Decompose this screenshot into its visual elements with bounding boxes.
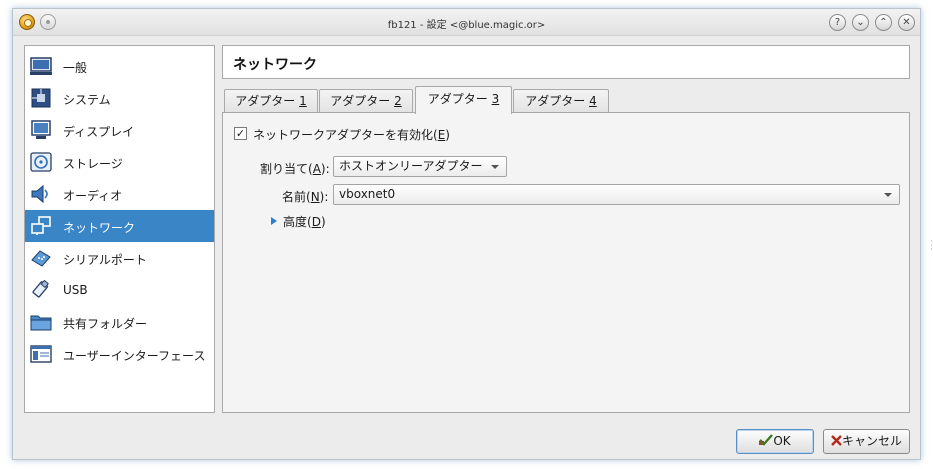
label-text: 割り当て(	[260, 162, 313, 176]
title-bar: fb121 - 設定 <@blue.magic.or> ? ⌄ ⌃ ✕	[13, 9, 920, 36]
splitter-handle[interactable]: · · ·	[930, 238, 933, 255]
label-text: 名前(	[282, 190, 311, 204]
sidebar-item-label: ユーザーインターフェース	[63, 349, 206, 363]
tab-adapter-2[interactable]: アダプター 2	[319, 89, 413, 113]
sidebar-item-general[interactable]: 一般	[25, 50, 214, 82]
sidebar-item-display[interactable]: ディスプレイ	[25, 114, 214, 146]
settings-window: fb121 - 設定 <@blue.magic.or> ? ⌄ ⌃ ✕ 一般 シ…	[12, 8, 933, 460]
label-text: ):	[319, 190, 329, 204]
window-title: fb121 - 設定 <@blue.magic.or>	[387, 20, 546, 31]
page-title: ネットワーク	[222, 45, 910, 79]
settings-category-list: 一般 システム ディスプレイ ストレージ オーディオ ネットワーク シリアルポー…	[24, 45, 215, 413]
general-monitor-icon	[30, 57, 52, 75]
user-interface-icon	[30, 345, 52, 363]
sidebar-item-user-interface[interactable]: ユーザーインターフェース	[25, 338, 214, 370]
name-label: 名前(N):	[282, 188, 328, 205]
tab-label: アダプター	[330, 94, 395, 108]
label-text: ネットワークアダプターを有効化(	[253, 128, 438, 142]
sidebar-item-system[interactable]: システム	[25, 82, 214, 114]
sidebar-item-label: システム	[63, 93, 111, 107]
label-mnemonic: A	[312, 162, 321, 176]
name-value: vboxnet0	[339, 187, 396, 201]
audio-speaker-icon	[31, 184, 48, 204]
sidebar-item-network[interactable]: ネットワーク	[25, 210, 214, 242]
sidebar-item-label: 一般	[63, 61, 88, 75]
ok-label: OK	[773, 434, 791, 448]
enable-adapter-label[interactable]: ネットワークアダプターを有効化(E)	[253, 126, 450, 143]
sidebar-item-storage[interactable]: ストレージ	[25, 146, 214, 178]
adapter-settings-panel: ✓ ネットワークアダプターを有効化(E) 割り当て(A): ホストオンリーアダプ…	[222, 112, 910, 413]
usb-icon	[32, 280, 49, 298]
label-text: 高度(	[283, 215, 312, 229]
sidebar-item-label: USB	[63, 283, 88, 297]
label-text: )	[320, 215, 326, 229]
ok-button[interactable]: OK	[736, 429, 814, 454]
label-text: )	[445, 128, 450, 142]
label-text: ):	[320, 162, 330, 176]
check-icon	[759, 434, 774, 446]
shared-folder-icon	[30, 315, 52, 331]
sidebar-item-label: ディスプレイ	[63, 125, 135, 139]
tab-number: 4	[589, 94, 597, 108]
label-mnemonic: D	[311, 215, 321, 229]
sidebar-item-label: ネットワーク	[63, 221, 136, 235]
tab-adapter-1[interactable]: アダプター 1	[224, 89, 318, 113]
cancel-label: キャンセル	[841, 434, 902, 448]
name-select[interactable]: vboxnet0	[333, 184, 900, 205]
tab-number: 1	[299, 94, 307, 108]
sidebar-item-usb[interactable]: USB	[25, 274, 214, 306]
maximize-button[interactable]: ⌃	[875, 14, 892, 31]
chevron-down-icon	[884, 193, 892, 197]
sidebar-item-label: オーディオ	[63, 189, 123, 203]
chevron-down-icon	[491, 165, 499, 169]
sidebar-item-shared-folders[interactable]: 共有フォルダー	[25, 306, 214, 338]
tab-number: 3	[491, 92, 500, 106]
page-title-text: ネットワーク	[233, 57, 317, 73]
system-chip-icon	[31, 88, 51, 108]
tab-label: アダプター	[235, 94, 300, 108]
sidebar-item-label: 共有フォルダー	[63, 317, 148, 331]
attached-to-value: ホストオンリーアダプター	[339, 159, 483, 173]
enable-adapter-checkbox[interactable]: ✓	[234, 127, 247, 140]
serial-port-icon	[31, 250, 51, 267]
cancel-button[interactable]: キャンセル	[823, 429, 910, 454]
tab-label: アダプター	[525, 94, 590, 108]
label-mnemonic: N	[310, 190, 320, 204]
close-button[interactable]: ✕	[898, 14, 915, 31]
tab-adapter-4[interactable]: アダプター 4	[513, 89, 609, 113]
expand-arrow-icon[interactable]	[271, 217, 277, 225]
minimize-button[interactable]: ⌄	[852, 14, 869, 31]
advanced-toggle[interactable]: 高度(D)	[283, 213, 326, 230]
storage-disk-icon	[30, 152, 52, 172]
help-button[interactable]: ?	[829, 14, 846, 31]
display-monitor-icon	[31, 120, 51, 139]
tab-adapter-3[interactable]: アダプター 3	[415, 86, 512, 114]
tab-label: アダプター	[427, 92, 492, 106]
tab-number: 2	[394, 94, 402, 108]
network-icon	[31, 216, 51, 235]
cancel-x-icon	[831, 435, 842, 446]
sidebar-item-audio[interactable]: オーディオ	[25, 178, 214, 210]
sidebar-item-label: シリアルポート	[63, 253, 147, 267]
attached-to-select[interactable]: ホストオンリーアダプター	[333, 156, 507, 177]
sidebar-item-label: ストレージ	[63, 157, 123, 171]
attached-to-label: 割り当て(A):	[260, 160, 330, 177]
sidebar-item-serial-port[interactable]: シリアルポート	[25, 242, 214, 274]
